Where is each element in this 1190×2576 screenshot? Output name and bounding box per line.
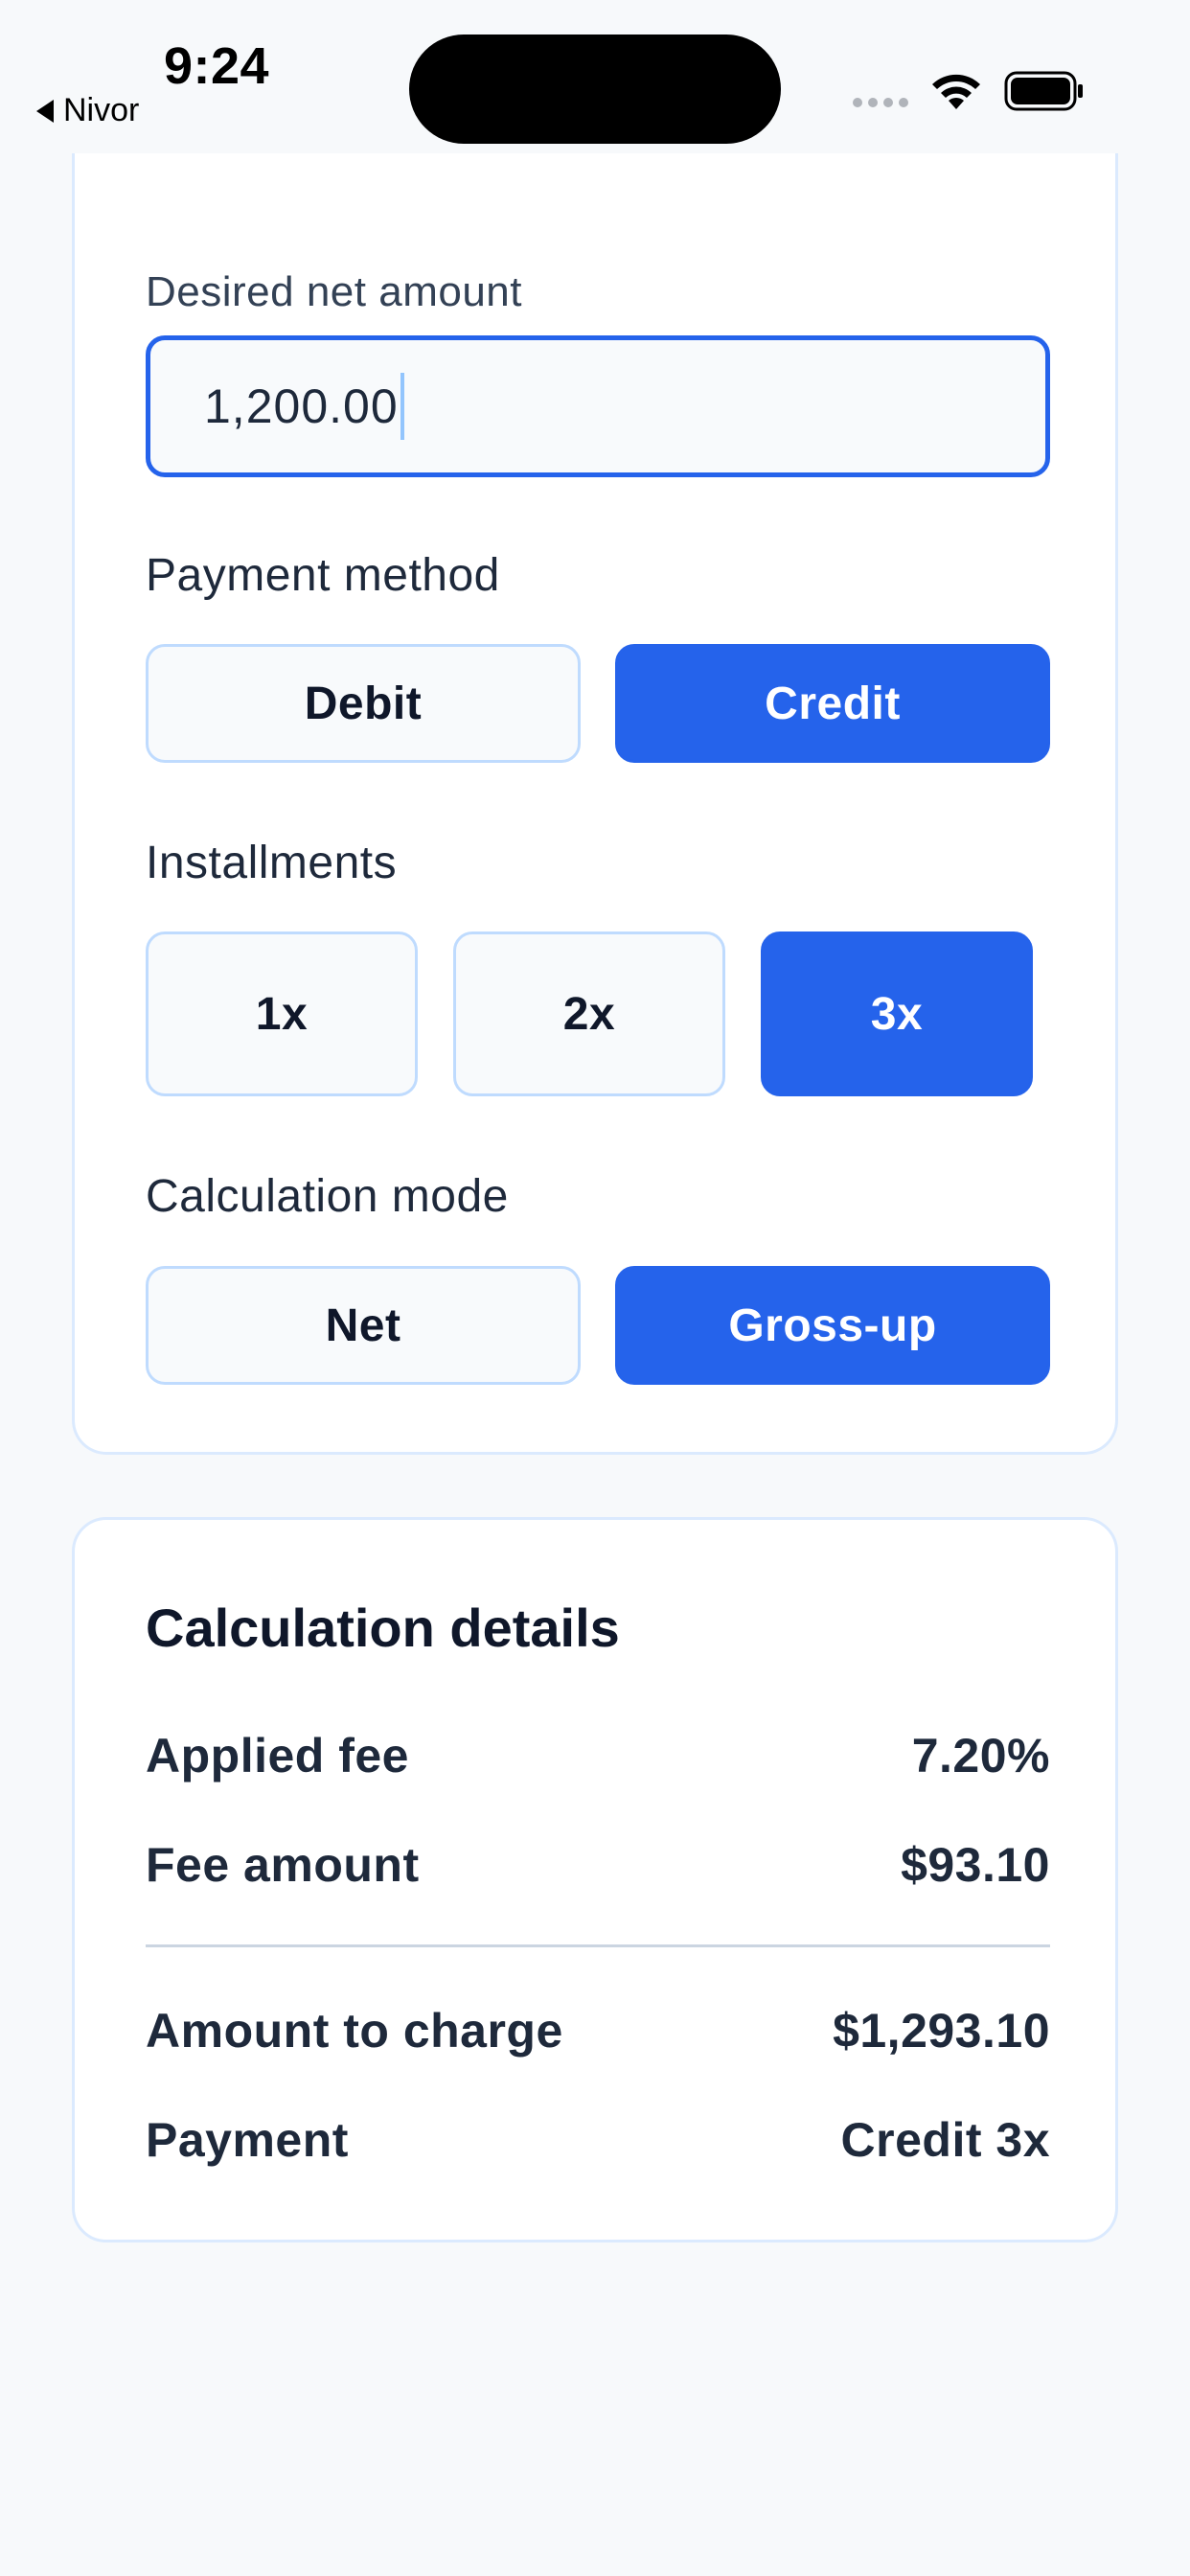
status-bar: 9:24 Nivor	[0, 0, 1190, 177]
installments-label: Installments	[146, 838, 398, 888]
installment-2x-button[interactable]: 2x	[453, 932, 725, 1096]
back-app-label: Nivor	[63, 92, 140, 128]
applied-fee-value: 7.20%	[911, 1729, 1050, 1782]
net-amount-value: 1,200.00	[204, 380, 399, 433]
payment-method-label: Payment method	[146, 550, 500, 601]
net-amount-input[interactable]: 1,200.00	[146, 335, 1050, 477]
battery-icon	[1004, 71, 1083, 111]
payment-row: Payment Credit 3x	[146, 2112, 1050, 2168]
amount-to-charge-label: Amount to charge	[146, 2004, 563, 2058]
net-amount-label: Desired net amount	[146, 268, 522, 315]
mode-net-button[interactable]: Net	[146, 1266, 581, 1385]
back-to-app-link[interactable]: Nivor	[36, 92, 139, 129]
back-arrow-icon	[36, 99, 54, 123]
cellular-signal-icon	[853, 98, 908, 107]
amount-to-charge-value: $1,293.10	[833, 2004, 1050, 2058]
applied-fee-label: Applied fee	[146, 1729, 409, 1782]
fee-amount-row: Fee amount $93.10	[146, 1837, 1050, 1893]
wifi-icon	[932, 74, 980, 109]
text-cursor	[400, 373, 404, 440]
mode-gross-up-button[interactable]: Gross-up	[615, 1266, 1050, 1385]
dynamic-island	[409, 34, 781, 144]
installment-1x-button[interactable]: 1x	[146, 932, 418, 1096]
applied-fee-row: Applied fee 7.20%	[146, 1728, 1050, 1783]
details-divider	[146, 1944, 1050, 1947]
calculation-details-card: Calculation details Applied fee 7.20% Fe…	[72, 1517, 1118, 2242]
payment-value: Credit 3x	[840, 2113, 1050, 2167]
fee-amount-label: Fee amount	[146, 1838, 420, 1892]
installment-3x-button[interactable]: 3x	[761, 932, 1033, 1096]
status-time: 9:24	[164, 37, 270, 95]
details-title: Calculation details	[146, 1598, 620, 1658]
amount-to-charge-row: Amount to charge $1,293.10	[146, 2003, 1050, 2058]
payment-credit-button[interactable]: Credit	[615, 644, 1050, 763]
calculation-mode-label: Calculation mode	[146, 1171, 509, 1222]
calculator-form-card: Desired net amount 1,200.00 Payment meth…	[72, 153, 1118, 1455]
fee-amount-value: $93.10	[901, 1838, 1050, 1892]
payment-label: Payment	[146, 2113, 349, 2167]
payment-debit-button[interactable]: Debit	[146, 644, 581, 763]
